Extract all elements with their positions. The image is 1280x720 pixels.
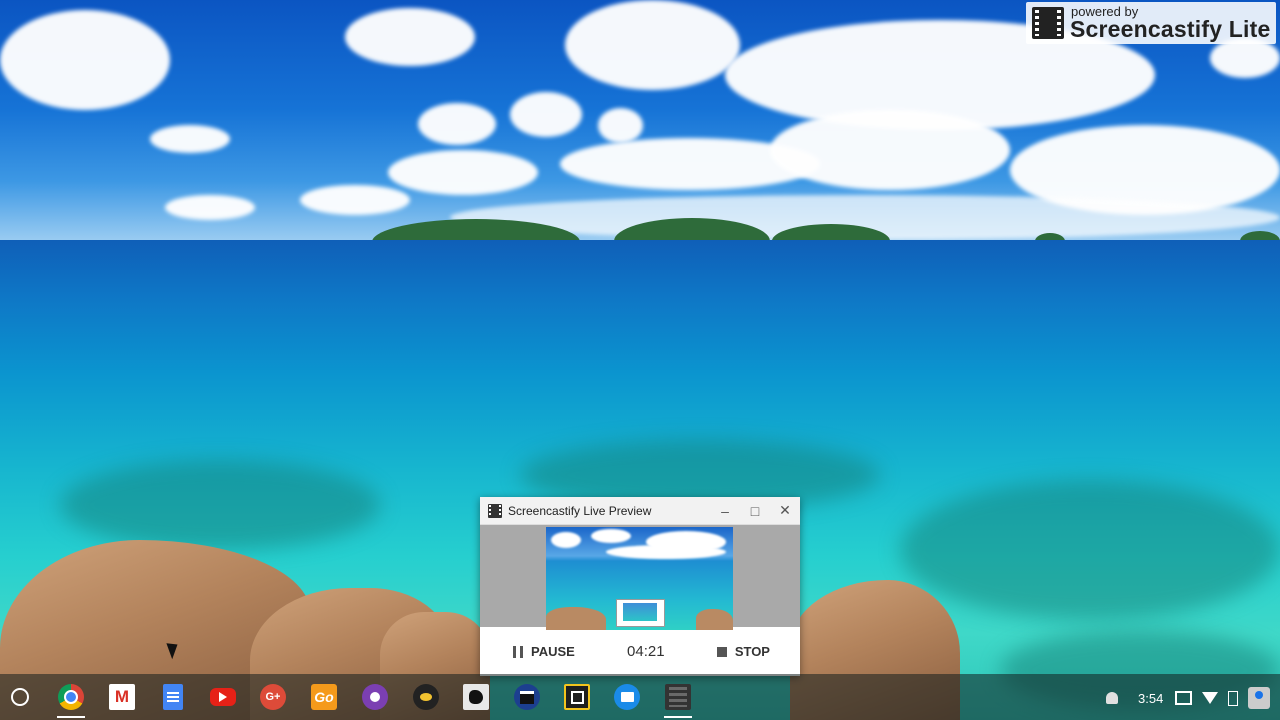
window-title: Screencastify Live Preview bbox=[508, 503, 652, 518]
launcher-icon[interactable] bbox=[11, 688, 29, 706]
stop-icon bbox=[716, 646, 727, 657]
clapper-app-icon[interactable] bbox=[514, 684, 540, 710]
status-area[interactable]: 3:54 bbox=[1097, 682, 1280, 714]
youtube-icon[interactable] bbox=[210, 688, 236, 706]
recording-controls: PAUSE 04:21 STOP bbox=[480, 627, 800, 676]
maximize-button[interactable]: □ bbox=[740, 497, 770, 525]
screen-capture-icon bbox=[1175, 691, 1193, 705]
minimize-button[interactable]: – bbox=[710, 497, 740, 525]
camera-app-icon[interactable] bbox=[362, 684, 388, 710]
film-icon bbox=[1032, 7, 1064, 39]
preview-thumbnail bbox=[546, 527, 733, 630]
stop-button[interactable]: STOP bbox=[716, 644, 770, 659]
recording-timer: 04:21 bbox=[627, 643, 665, 660]
close-button[interactable]: ✕ bbox=[770, 497, 800, 525]
gmail-icon[interactable]: M bbox=[109, 684, 135, 710]
live-preview-window[interactable]: Screencastify Live Preview – □ ✕ PAUSE 0… bbox=[480, 497, 800, 676]
docs-icon[interactable] bbox=[163, 684, 183, 710]
chrome-icon[interactable] bbox=[58, 684, 84, 710]
google-plus-icon[interactable]: G+ bbox=[260, 684, 286, 710]
running-indicator bbox=[57, 716, 85, 718]
ink-app-icon[interactable] bbox=[463, 684, 489, 710]
files-icon[interactable] bbox=[614, 684, 640, 710]
pause-icon bbox=[513, 645, 523, 658]
stop-label: STOP bbox=[734, 644, 770, 659]
screencastify-icon[interactable] bbox=[665, 684, 691, 710]
wifi-icon bbox=[1202, 692, 1219, 704]
witch-app-icon[interactable] bbox=[413, 684, 439, 710]
running-indicator bbox=[664, 716, 692, 718]
battery-icon bbox=[1228, 690, 1239, 706]
square-app-icon[interactable] bbox=[564, 684, 590, 710]
preview-video-area bbox=[480, 525, 800, 630]
clock: 3:54 bbox=[1138, 690, 1164, 706]
avatar[interactable] bbox=[1248, 687, 1271, 709]
shelf bbox=[0, 674, 1280, 720]
watermark-brand: Screencastify Lite bbox=[1070, 16, 1271, 42]
pause-button[interactable]: PAUSE bbox=[513, 644, 575, 659]
pause-label: PAUSE bbox=[531, 644, 575, 659]
film-icon bbox=[488, 503, 502, 518]
screencastify-watermark: powered by Screencastify Lite bbox=[1026, 2, 1276, 44]
window-titlebar[interactable]: Screencastify Live Preview – □ ✕ bbox=[480, 497, 800, 525]
notification-bell-icon[interactable] bbox=[1106, 692, 1118, 704]
go-app-icon[interactable]: Go bbox=[311, 684, 337, 710]
